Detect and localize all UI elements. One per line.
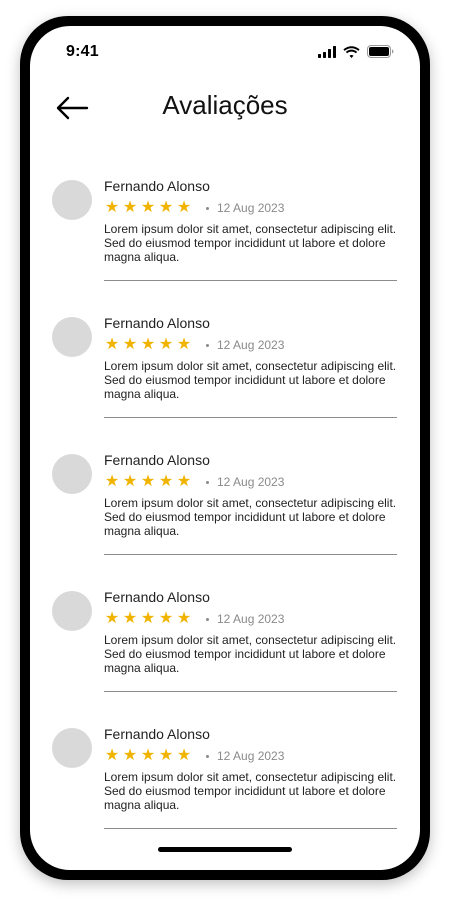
avatar[interactable] (52, 454, 92, 494)
star-icon: ★ (104, 747, 120, 764)
star-icon: ★ (140, 199, 156, 216)
star-icon: ★ (158, 610, 174, 627)
star-icon: ★ (176, 199, 192, 216)
review-meta: ★ ★ ★ ★ ★ 12 Aug 2023 (104, 200, 397, 216)
review-body: Fernando Alonso ★ ★ ★ ★ ★ 12 Aug 2023 Lo… (104, 178, 397, 264)
phone-frame: 9:41 Avaliações Fernando Alonso ★ ★ ★ ★ … (20, 16, 430, 880)
review-meta: ★ ★ ★ ★ ★ 12 Aug 2023 (104, 611, 397, 627)
star-icon: ★ (158, 336, 174, 353)
wifi-icon (343, 45, 360, 58)
star-icon: ★ (104, 336, 120, 353)
review-body: Fernando Alonso ★ ★ ★ ★ ★ 12 Aug 2023 Lo… (104, 452, 397, 538)
cellular-signal-icon (318, 45, 336, 58)
divider (104, 554, 397, 555)
star-icon: ★ (104, 473, 120, 490)
star-icon: ★ (122, 473, 138, 490)
review-meta: ★ ★ ★ ★ ★ 12 Aug 2023 (104, 337, 397, 353)
avatar[interactable] (52, 317, 92, 357)
screen: 9:41 Avaliações Fernando Alonso ★ ★ ★ ★ … (30, 26, 420, 870)
review-date: 12 Aug 2023 (217, 749, 285, 763)
star-icon: ★ (158, 199, 174, 216)
separator-dot (206, 754, 209, 758)
divider (104, 280, 397, 281)
status-icons (318, 45, 394, 58)
star-icon: ★ (140, 336, 156, 353)
star-icon: ★ (176, 610, 192, 627)
star-icon: ★ (176, 336, 192, 353)
star-icon: ★ (176, 473, 192, 490)
star-icon: ★ (122, 336, 138, 353)
review-item: Fernando Alonso ★ ★ ★ ★ ★ 12 Aug 2023 Lo… (30, 452, 420, 589)
reviewer-name: Fernando Alonso (104, 178, 210, 194)
divider (104, 417, 397, 418)
separator-dot (206, 617, 209, 621)
star-icon: ★ (104, 610, 120, 627)
review-body: Fernando Alonso ★ ★ ★ ★ ★ 12 Aug 2023 Lo… (104, 589, 397, 675)
separator-dot (206, 480, 209, 484)
review-date: 12 Aug 2023 (217, 612, 285, 626)
avatar[interactable] (52, 728, 92, 768)
star-rating: ★ ★ ★ ★ ★ (104, 337, 192, 353)
reviewer-name: Fernando Alonso (104, 315, 210, 331)
header: Avaliações (30, 88, 420, 128)
review-date: 12 Aug 2023 (217, 201, 285, 215)
star-icon: ★ (122, 199, 138, 216)
star-icon: ★ (158, 473, 174, 490)
review-item: Fernando Alonso ★ ★ ★ ★ ★ 12 Aug 2023 Lo… (30, 178, 420, 315)
review-meta: ★ ★ ★ ★ ★ 12 Aug 2023 (104, 748, 397, 764)
status-bar: 9:41 (30, 26, 420, 76)
page-title: Avaliações (162, 90, 288, 120)
reviewer-name: Fernando Alonso (104, 452, 210, 468)
review-item: Fernando Alonso ★ ★ ★ ★ ★ 12 Aug 2023 Lo… (30, 315, 420, 452)
review-item: Fernando Alonso ★ ★ ★ ★ ★ 12 Aug 2023 Lo… (30, 589, 420, 726)
star-icon: ★ (140, 610, 156, 627)
star-rating: ★ ★ ★ ★ ★ (104, 474, 192, 490)
reviewer-name: Fernando Alonso (104, 726, 210, 742)
star-icon: ★ (176, 747, 192, 764)
divider (104, 828, 397, 829)
review-text: Lorem ipsum dolor sit amet, consectetur … (104, 222, 397, 264)
star-icon: ★ (104, 199, 120, 216)
separator-dot (206, 343, 209, 347)
star-icon: ★ (122, 610, 138, 627)
avatar[interactable] (52, 591, 92, 631)
home-indicator[interactable] (158, 847, 292, 852)
divider (104, 691, 397, 692)
star-icon: ★ (158, 747, 174, 764)
review-text: Lorem ipsum dolor sit amet, consectetur … (104, 770, 397, 812)
star-icon: ★ (140, 473, 156, 490)
review-text: Lorem ipsum dolor sit amet, consectetur … (104, 496, 397, 538)
review-list: Fernando Alonso ★ ★ ★ ★ ★ 12 Aug 2023 Lo… (30, 178, 420, 863)
review-body: Fernando Alonso ★ ★ ★ ★ ★ 12 Aug 2023 Lo… (104, 315, 397, 401)
review-meta: ★ ★ ★ ★ ★ 12 Aug 2023 (104, 474, 397, 490)
review-item: Fernando Alonso ★ ★ ★ ★ ★ 12 Aug 2023 Lo… (30, 726, 420, 863)
star-icon: ★ (140, 747, 156, 764)
star-rating: ★ ★ ★ ★ ★ (104, 611, 192, 627)
review-text: Lorem ipsum dolor sit amet, consectetur … (104, 359, 397, 401)
avatar[interactable] (52, 180, 92, 220)
review-date: 12 Aug 2023 (217, 475, 285, 489)
star-rating: ★ ★ ★ ★ ★ (104, 200, 192, 216)
review-body: Fernando Alonso ★ ★ ★ ★ ★ 12 Aug 2023 Lo… (104, 726, 397, 812)
review-date: 12 Aug 2023 (217, 338, 285, 352)
review-text: Lorem ipsum dolor sit amet, consectetur … (104, 633, 397, 675)
star-icon: ★ (122, 747, 138, 764)
separator-dot (206, 206, 209, 210)
star-rating: ★ ★ ★ ★ ★ (104, 748, 192, 764)
battery-icon (367, 45, 394, 58)
status-time: 9:41 (66, 43, 99, 60)
reviewer-name: Fernando Alonso (104, 589, 210, 605)
